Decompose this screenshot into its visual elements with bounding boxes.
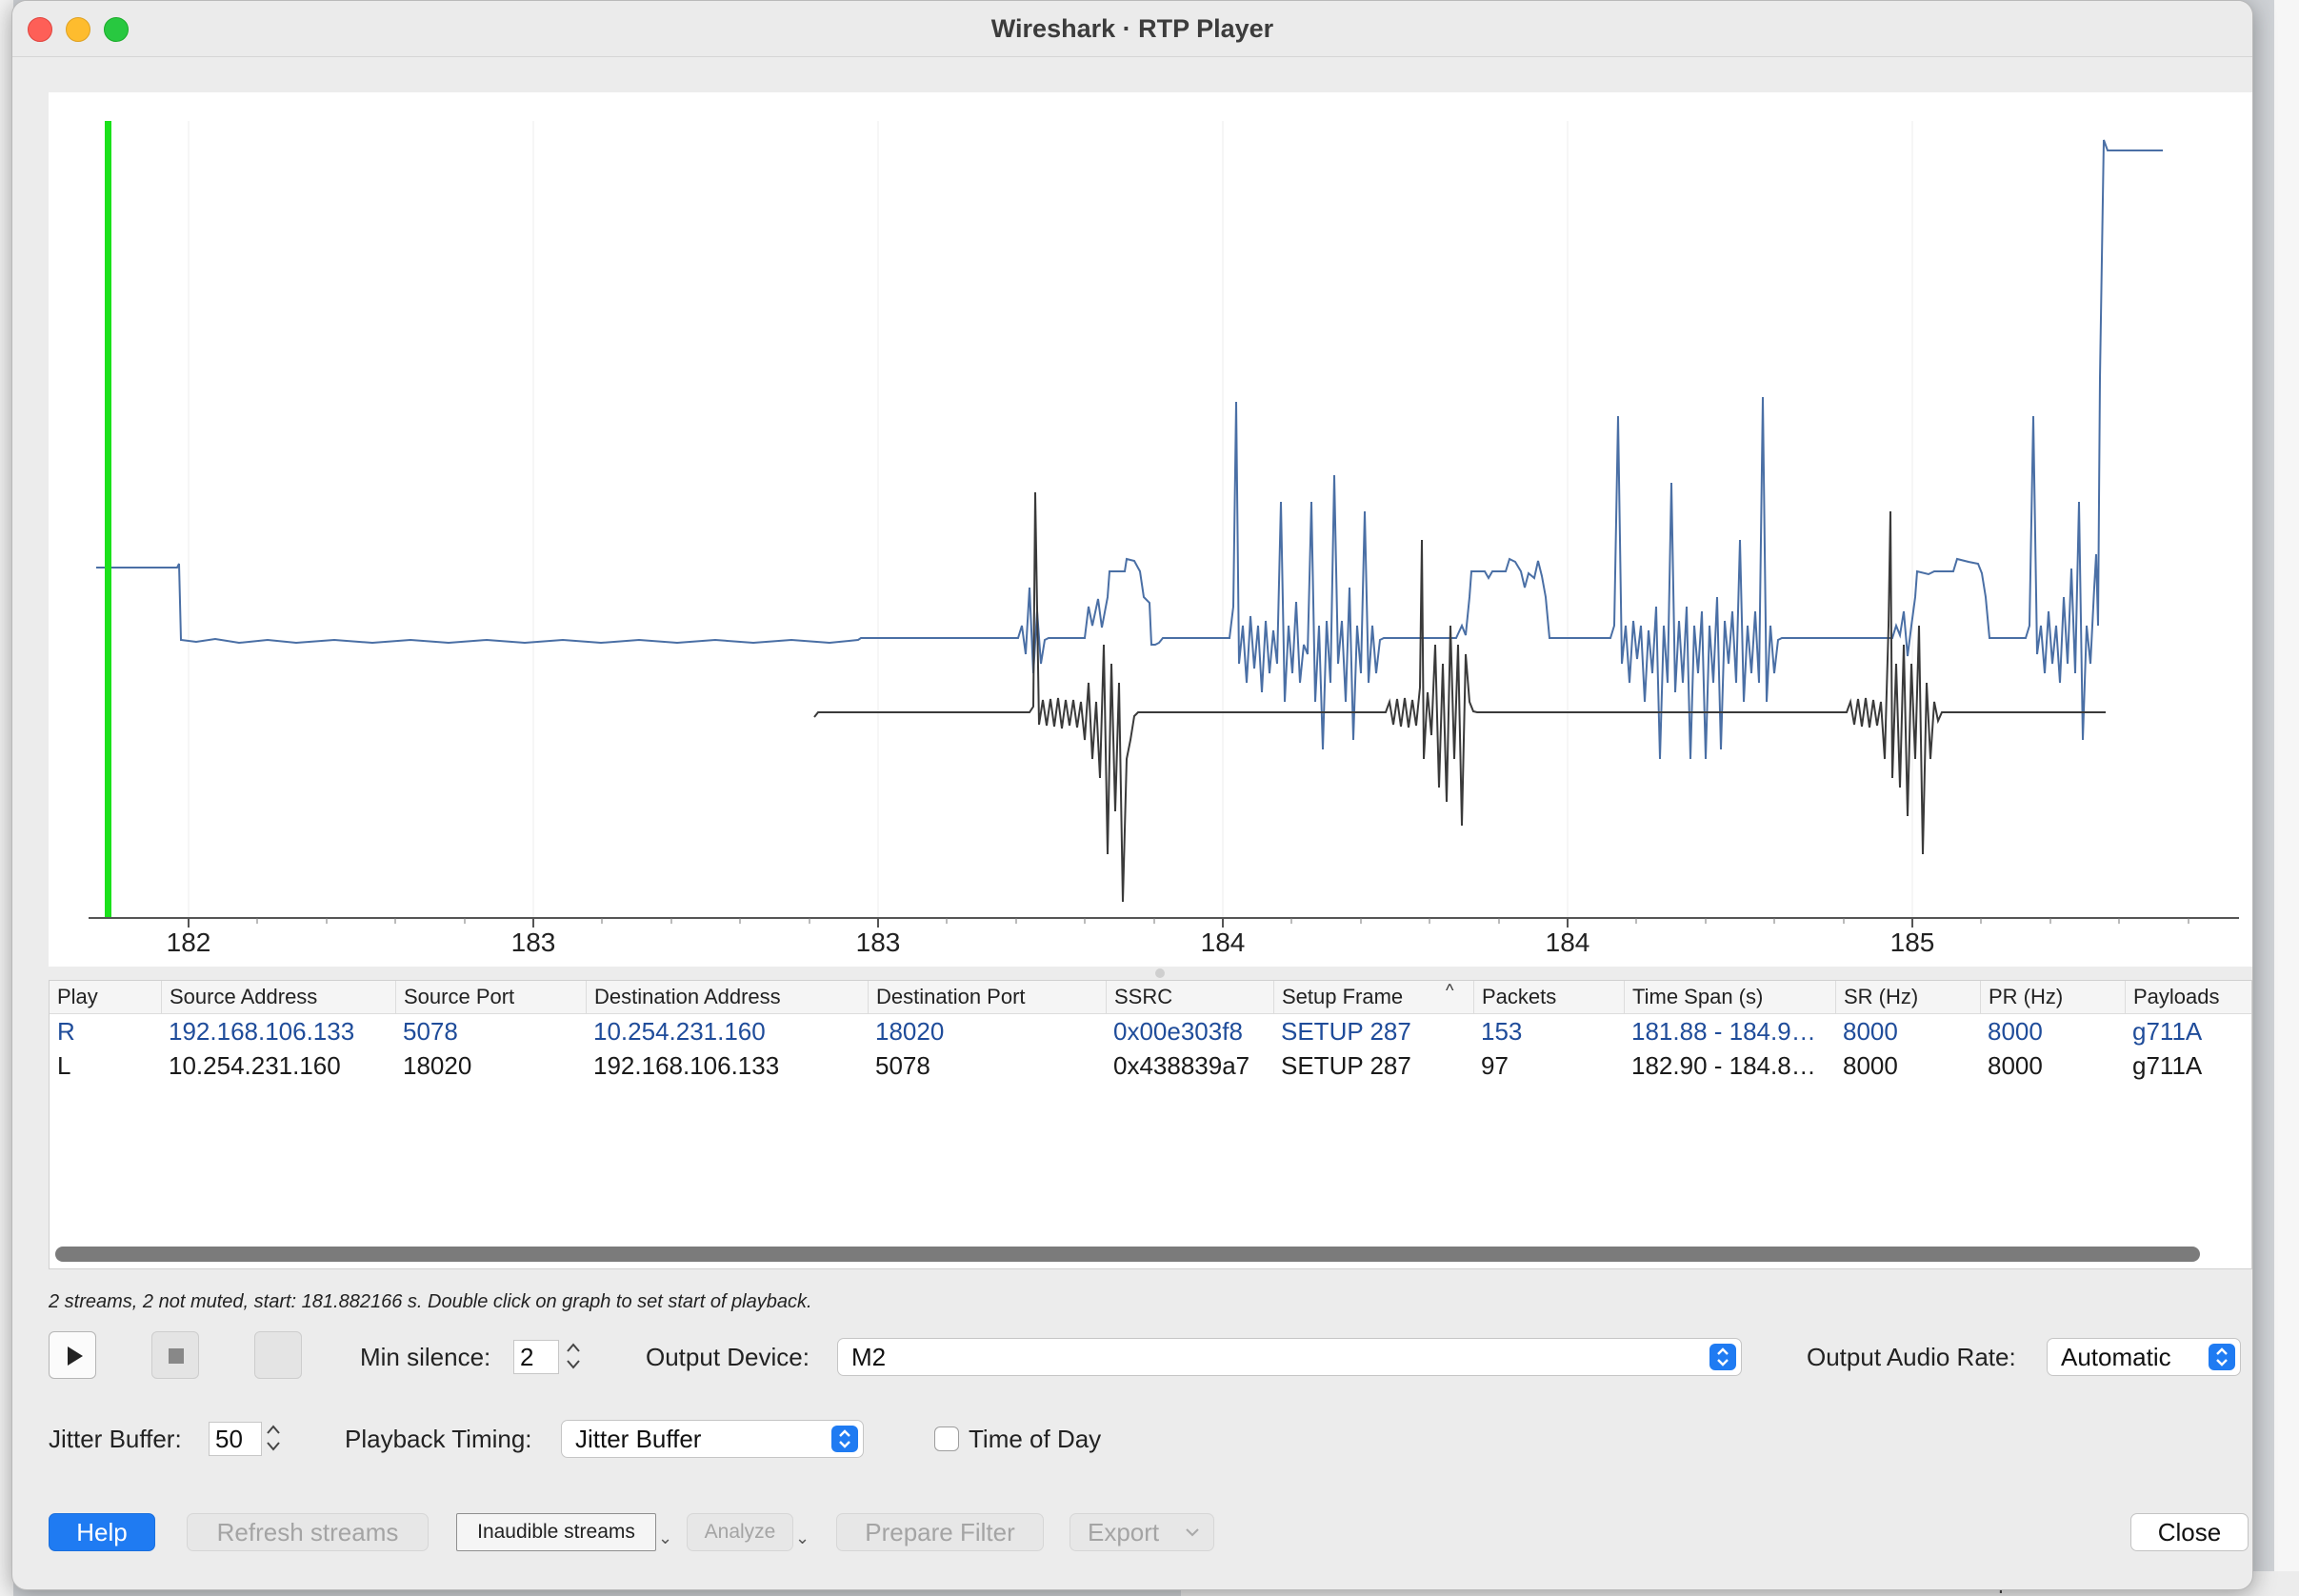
cell-time-span: 182.90 - 184.8… bbox=[1631, 1051, 1816, 1080]
chevron-down-icon bbox=[1186, 1528, 1199, 1537]
background-right-strip bbox=[2274, 0, 2299, 1596]
splitter-handle[interactable] bbox=[1155, 968, 1165, 978]
cell-destination-address: 10.254.231.160 bbox=[593, 1017, 766, 1046]
column-header-play[interactable]: Play bbox=[50, 981, 161, 1013]
cell-destination-address: 192.168.106.133 bbox=[593, 1051, 780, 1080]
cell-packets: 97 bbox=[1481, 1051, 1509, 1080]
column-header-sr[interactable]: SR (Hz) bbox=[1835, 981, 1980, 1013]
horizontal-scrollbar[interactable] bbox=[55, 1247, 2200, 1262]
status-text: 2 streams, 2 not muted, start: 181.88216… bbox=[49, 1291, 812, 1312]
cell-pr: 8000 bbox=[1988, 1017, 2043, 1046]
chevron-down-icon[interactable]: ⌄ bbox=[658, 1528, 672, 1548]
help-button[interactable]: Help bbox=[49, 1513, 155, 1551]
cell-sr: 8000 bbox=[1843, 1051, 1898, 1080]
waveform-canvas[interactable]: 182 183 183 184 184 185 bbox=[49, 92, 2252, 967]
playback-timing-value: Jitter Buffer bbox=[575, 1425, 702, 1453]
column-header-destination-port[interactable]: Destination Port bbox=[868, 981, 1106, 1013]
table-header: Play Source Address Source Port Destinat… bbox=[50, 981, 2251, 1014]
table-row[interactable]: R 192.168.106.133 5078 10.254.231.160 18… bbox=[50, 1014, 2251, 1048]
jitter-buffer-stepper[interactable] bbox=[263, 1420, 284, 1456]
cell-destination-port: 18020 bbox=[875, 1017, 945, 1046]
cell-time-span: 181.88 - 184.9… bbox=[1631, 1017, 1816, 1046]
cell-sr: 8000 bbox=[1843, 1017, 1898, 1046]
column-header-ssrc[interactable]: SSRC bbox=[1106, 981, 1273, 1013]
chevron-down-icon[interactable]: ⌄ bbox=[795, 1528, 810, 1548]
export-menu-button[interactable]: Export bbox=[1070, 1513, 1214, 1551]
time-of-day-label: Time of Day bbox=[969, 1425, 1102, 1453]
play-button[interactable] bbox=[49, 1331, 96, 1379]
x-tick-label: 184 bbox=[1201, 928, 1246, 957]
min-silence-stepper[interactable] bbox=[563, 1338, 584, 1374]
close-button[interactable]: Close bbox=[2130, 1513, 2249, 1551]
column-header-setup-frame[interactable]: Setup Frame bbox=[1273, 981, 1473, 1013]
cell-play[interactable]: R bbox=[50, 1014, 161, 1048]
analyze-button[interactable]: Analyze bbox=[687, 1513, 793, 1551]
cell-packets: 153 bbox=[1481, 1017, 1523, 1046]
x-tick-label: 185 bbox=[1890, 928, 1935, 957]
cell-payloads: g711A bbox=[2132, 1017, 2203, 1046]
output-audio-rate-label: Output Audio Rate: bbox=[1807, 1343, 2016, 1371]
refresh-streams-button[interactable]: Refresh streams bbox=[187, 1513, 429, 1551]
chevron-updown-icon bbox=[1709, 1344, 1736, 1370]
cell-setup-frame: SETUP 287 bbox=[1281, 1017, 1411, 1046]
title-bar: Wireshark · RTP Player bbox=[12, 1, 2252, 57]
column-header-source-address[interactable]: Source Address bbox=[161, 981, 395, 1013]
x-tick-label: 183 bbox=[856, 928, 901, 957]
chevron-updown-icon bbox=[831, 1426, 858, 1452]
cell-source-address: 192.168.106.133 bbox=[169, 1017, 355, 1046]
stop-icon bbox=[169, 1348, 184, 1364]
column-header-time-span[interactable]: Time Span (s) bbox=[1624, 981, 1835, 1013]
export-label: Export bbox=[1088, 1518, 1160, 1546]
output-audio-rate-value: Automatic bbox=[2061, 1343, 2171, 1371]
rtp-player-window: Wireshark · RTP Player 182 183 183 184 1… bbox=[11, 0, 2253, 1590]
jitter-buffer-label: Jitter Buffer: bbox=[49, 1425, 182, 1453]
streams-table[interactable]: Play Source Address Source Port Destinat… bbox=[49, 980, 2252, 1269]
playhead-marker bbox=[105, 121, 111, 917]
cell-destination-port: 5078 bbox=[875, 1051, 930, 1080]
table-row[interactable]: L 10.254.231.160 18020 192.168.106.133 5… bbox=[50, 1048, 2251, 1083]
cell-ssrc: 0x00e303f8 bbox=[1113, 1017, 1243, 1046]
x-tick-label: 182 bbox=[167, 928, 211, 957]
time-of-day-checkbox[interactable] bbox=[934, 1426, 959, 1451]
playback-timing-select[interactable]: Jitter Buffer bbox=[561, 1420, 864, 1458]
stream-r-waveform bbox=[96, 139, 2163, 760]
output-device-label: Output Device: bbox=[646, 1343, 810, 1371]
column-header-pr[interactable]: PR (Hz) bbox=[1980, 981, 2125, 1013]
window-title: Wireshark · RTP Player bbox=[990, 14, 1274, 43]
min-silence-input[interactable]: 2 bbox=[513, 1340, 559, 1374]
cell-pr: 8000 bbox=[1988, 1051, 2043, 1080]
output-device-select[interactable]: M2 bbox=[837, 1338, 1742, 1376]
column-header-destination-address[interactable]: Destination Address bbox=[586, 981, 868, 1013]
sort-ascending-icon: ^ bbox=[1446, 981, 1454, 1000]
x-tick-label: 184 bbox=[1546, 928, 1590, 957]
column-header-packets[interactable]: Packets bbox=[1473, 981, 1624, 1013]
playback-timing-label: Playback Timing: bbox=[345, 1425, 532, 1453]
output-audio-rate-select[interactable]: Automatic bbox=[2047, 1338, 2241, 1376]
cell-source-port: 18020 bbox=[403, 1051, 472, 1080]
waveform-graph[interactable]: 182 183 183 184 184 185 bbox=[49, 92, 2252, 967]
stop-button[interactable] bbox=[151, 1331, 199, 1379]
cell-play[interactable]: L bbox=[50, 1048, 161, 1083]
x-tick-label: 183 bbox=[511, 928, 556, 957]
min-silence-label: Min silence: bbox=[360, 1343, 491, 1371]
cell-source-address: 10.254.231.160 bbox=[169, 1051, 341, 1080]
cell-setup-frame: SETUP 287 bbox=[1281, 1051, 1411, 1080]
jitter-buffer-input[interactable]: 50 bbox=[209, 1422, 262, 1456]
cell-payloads: g711A bbox=[2132, 1051, 2203, 1080]
chevron-updown-icon bbox=[2209, 1344, 2235, 1370]
column-header-payloads[interactable]: Payloads bbox=[2125, 981, 2251, 1013]
prepare-filter-button[interactable]: Prepare Filter bbox=[836, 1513, 1044, 1551]
column-header-source-port[interactable]: Source Port bbox=[395, 981, 586, 1013]
pause-button[interactable] bbox=[254, 1331, 302, 1379]
play-icon bbox=[68, 1347, 83, 1366]
cell-source-port: 5078 bbox=[403, 1017, 458, 1046]
inaudible-streams-button[interactable]: Inaudible streams bbox=[456, 1513, 656, 1551]
cell-ssrc: 0x438839a7 bbox=[1113, 1051, 1250, 1080]
output-device-value: M2 bbox=[851, 1343, 887, 1371]
